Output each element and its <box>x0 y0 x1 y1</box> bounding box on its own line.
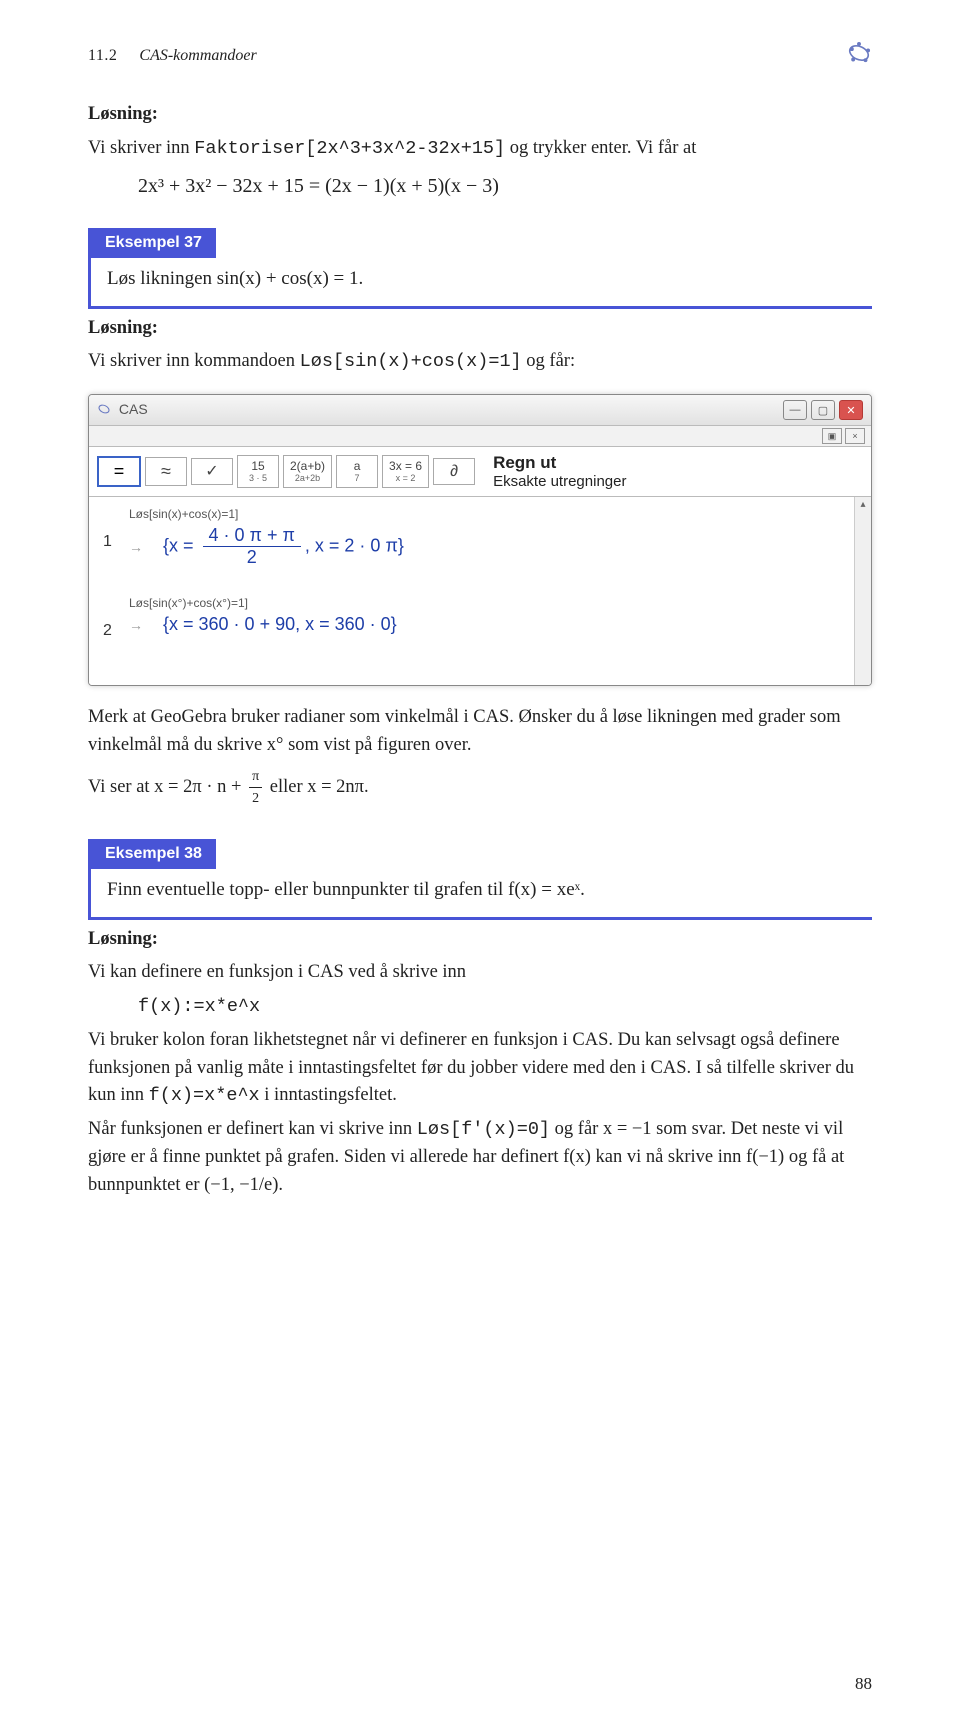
paragraph: Vi ser at x = 2π · n + π2 eller x = 2nπ. <box>88 766 872 809</box>
cas-row-index: 2 <box>103 622 129 640</box>
cas-output: → {x = 4 · 0 π + π2, x = 2 · 0 π} <box>129 525 857 568</box>
cas-row[interactable]: 2 Løs[sin(x°)+cos(x°)=1] → {x = 360 · 0 … <box>103 596 857 640</box>
inline-code: f(x)=x*e^x <box>149 1085 260 1106</box>
toolbar-description: Regn ut Eksakte utregninger <box>493 453 626 490</box>
toolbar-description-sub: Eksakte utregninger <box>493 473 626 490</box>
section-heading: 11.2 CAS-kommandoer <box>88 47 257 65</box>
tool-substitute-button[interactable]: a7 <box>336 455 378 488</box>
scroll-up-icon[interactable]: ▴ <box>855 497 871 511</box>
cas-title: CAS <box>97 401 148 419</box>
panel-restore-button[interactable]: ▣ <box>822 428 842 444</box>
panel-close-button[interactable]: × <box>845 428 865 444</box>
paragraph: Når funksjonen er definert kan vi skrive… <box>88 1116 872 1199</box>
example-body: Løs likningen sin(x) + cos(x) = 1. <box>91 258 872 292</box>
inline-code: Løs[f'(x)=0] <box>417 1119 550 1140</box>
cas-title-text: CAS <box>119 401 148 417</box>
inline-code: Løs[sin(x)+cos(x)=1] <box>300 351 522 372</box>
tool-exact-button[interactable]: = <box>97 456 141 488</box>
paragraph: Vi kan definere en funksjon i CAS ved å … <box>88 959 872 987</box>
text-fragment: Vi skriver inn <box>88 138 194 158</box>
cas-output: → {x = 360 · 0 + 90, x = 360 · 0} <box>129 614 857 635</box>
tool-solve-button[interactable]: 3x = 6x = 2 <box>382 455 429 488</box>
tool-expand-button[interactable]: 2(a+b)2a+2b <box>283 455 332 488</box>
text-fragment: og får: <box>526 351 575 371</box>
example-badge: Eksempel 37 <box>91 228 216 258</box>
text-fragment: Når funksjonen er definert kan vi skrive… <box>88 1119 417 1139</box>
solution-label: Løsning: <box>88 315 872 343</box>
cas-row[interactable]: 1 Løs[sin(x)+cos(x)=1] → {x = 4 · 0 π + … <box>103 507 857 568</box>
code-line: f(x):=x*e^x <box>138 996 260 1017</box>
tool-derivative-button[interactable]: ∂ <box>433 458 475 485</box>
cas-input-label: Løs[sin(x)+cos(x)=1] <box>129 507 857 521</box>
text-fragment: i inntastingsfeltet. <box>264 1085 397 1105</box>
paragraph: Merk at GeoGebra bruker radianer som vin… <box>88 704 872 760</box>
cas-scrollbar[interactable]: ▴ <box>854 497 871 685</box>
tool-check-button[interactable]: ✓ <box>191 458 233 485</box>
text-fragment: eller x = 2nπ. <box>270 776 369 796</box>
solution2-text: Vi skriver inn kommandoen Løs[sin(x)+cos… <box>88 348 872 376</box>
paragraph: Vi bruker kolon foran likhetstegnet når … <box>88 1027 872 1110</box>
arrow-icon: → <box>129 617 143 633</box>
cas-toolbar: = ≈ ✓ 153 · 5 2(a+b)2a+2b a7 3x = 6x = 2… <box>89 447 871 497</box>
tool-factor-button[interactable]: 153 · 5 <box>237 455 279 488</box>
geogebra-icon <box>846 40 872 71</box>
arrow-icon: → <box>129 539 143 555</box>
page-number: 88 <box>855 1674 872 1694</box>
inline-code: Faktoriser[2x^3+3x^2-32x+15] <box>194 138 505 159</box>
tool-approx-button[interactable]: ≈ <box>145 457 187 487</box>
window-controls: — ▢ ✕ <box>783 400 863 420</box>
solution1-text: Vi skriver inn Faktoriser[2x^3+3x^2-32x+… <box>88 135 872 163</box>
cas-window: CAS — ▢ ✕ ▣ × = ≈ ✓ 153 · 5 2(a+b)2a+2b … <box>88 394 872 686</box>
example-box-38: Eksempel 38 Finn eventuelle topp- eller … <box>88 839 872 920</box>
cas-input-label: Løs[sin(x°)+cos(x°)=1] <box>129 596 857 610</box>
minimize-button[interactable]: — <box>783 400 807 420</box>
cas-output-text: {x = 360 · 0 + 90, x = 360 · 0} <box>163 614 397 635</box>
example-box-37: Eksempel 37 Løs likningen sin(x) + cos(x… <box>88 228 872 309</box>
solution-label: Løsning: <box>88 101 872 129</box>
cas-body: ▴ 1 Løs[sin(x)+cos(x)=1] → {x = 4 · 0 π … <box>89 497 871 685</box>
maximize-button[interactable]: ▢ <box>811 400 835 420</box>
display-equation: 2x³ + 3x² − 32x + 15 = (2x − 1)(x + 5)(x… <box>138 175 872 198</box>
solution-label: Løsning: <box>88 926 872 954</box>
text-fragment: og trykker enter. Vi får at <box>510 138 697 158</box>
section-title: CAS-kommandoer <box>139 47 256 64</box>
text-fragment: Vi skriver inn kommandoen <box>88 351 300 371</box>
section-number: 11.2 <box>88 47 117 64</box>
toolbar-description-title: Regn ut <box>493 453 556 472</box>
close-button[interactable]: ✕ <box>839 400 863 420</box>
text-fragment: Vi ser at x = 2π · n + <box>88 776 246 796</box>
cas-row-index: 1 <box>103 533 129 551</box>
example-body: Finn eventuelle topp- eller bunnpunkter … <box>91 869 872 903</box>
example-badge: Eksempel 38 <box>91 839 216 869</box>
